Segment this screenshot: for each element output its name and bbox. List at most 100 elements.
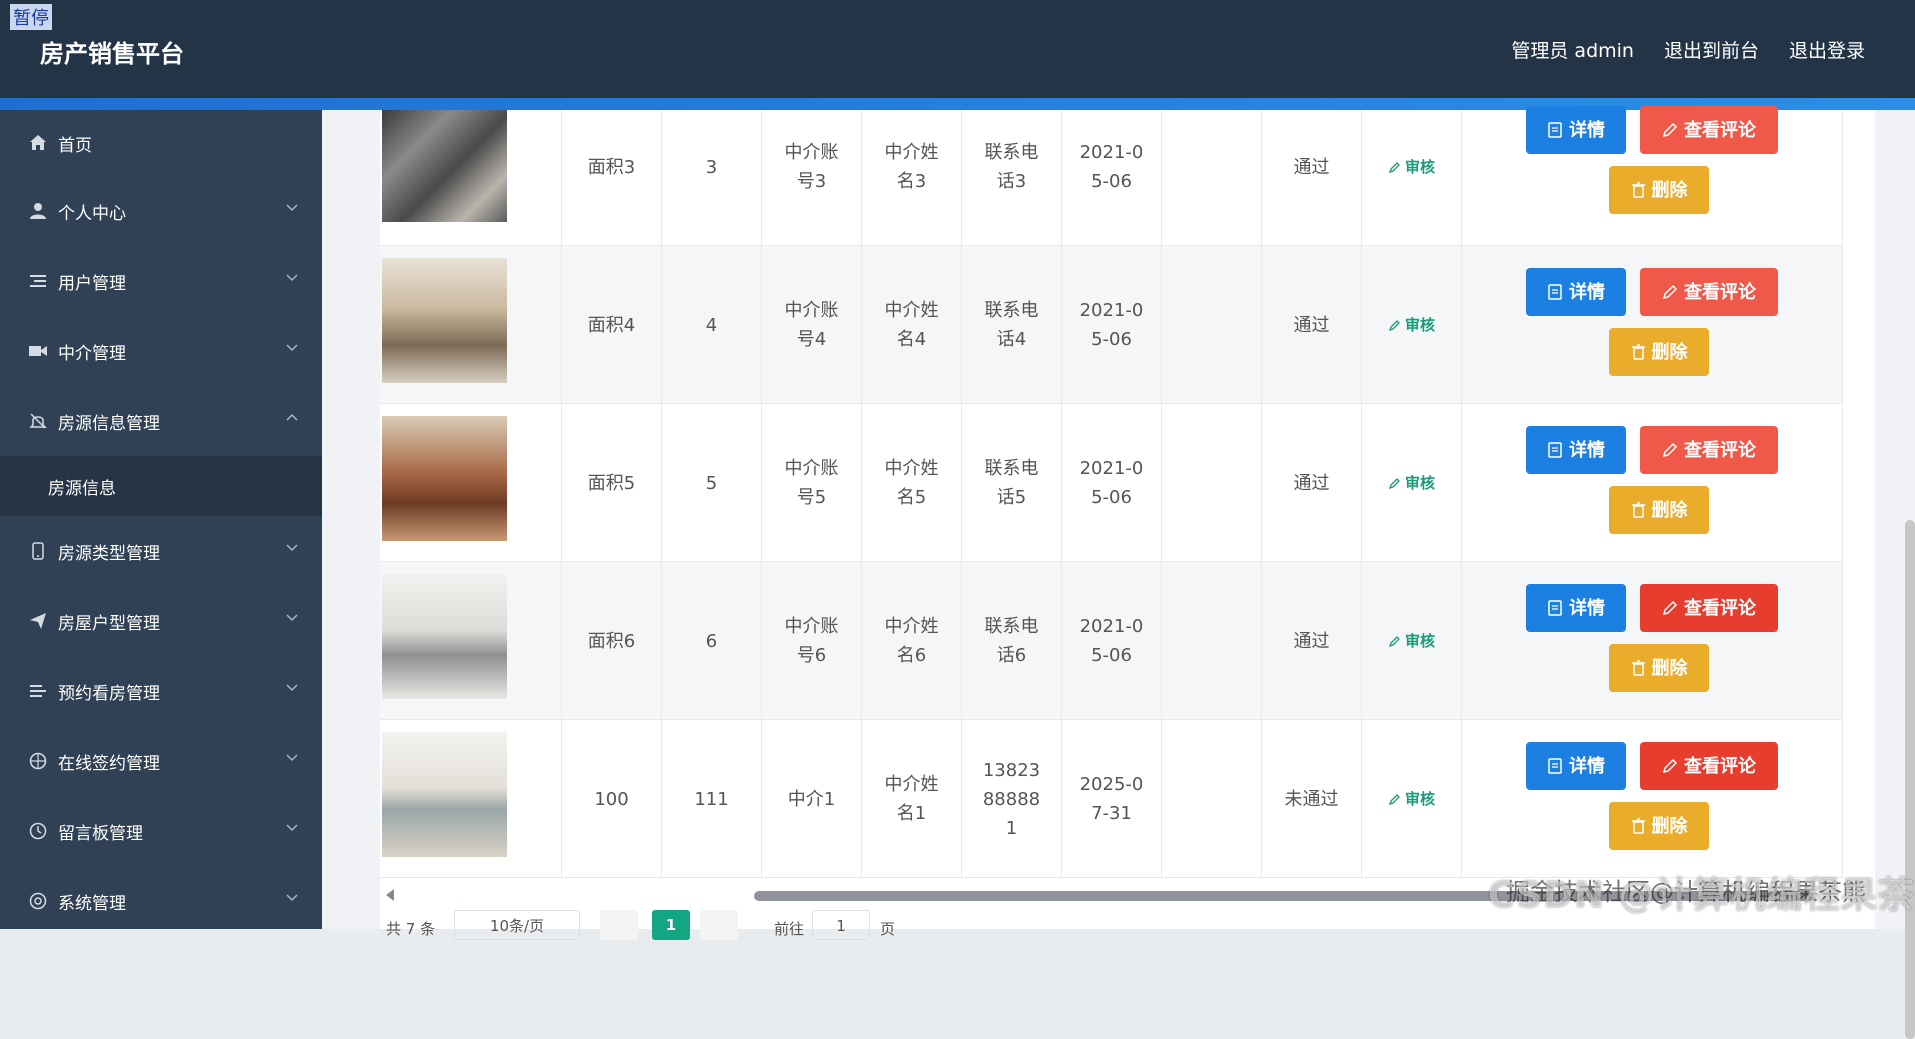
cell-agent-name: 中介姓名1 bbox=[862, 720, 962, 878]
vertical-scrollbar[interactable] bbox=[1905, 520, 1915, 1039]
clock-icon bbox=[28, 821, 48, 841]
detail-button-label: 详情 bbox=[1569, 119, 1605, 141]
num-text: 4 bbox=[705, 314, 718, 336]
view-comments-button[interactable]: 查看评论 bbox=[1640, 584, 1778, 632]
sidebar-item-label: 房源类型管理 bbox=[58, 543, 160, 564]
view-comments-button[interactable]: 查看评论 bbox=[1640, 426, 1778, 474]
sidebar-subitem-label: 房源信息 bbox=[48, 478, 116, 499]
detail-button[interactable]: 详情 bbox=[1526, 584, 1626, 632]
delete-button[interactable]: 删除 bbox=[1609, 166, 1709, 214]
agent-account-text: 中介1 bbox=[787, 788, 836, 810]
sidebar-item-user-management[interactable]: 用户管理 bbox=[0, 246, 322, 316]
listing-photo bbox=[382, 416, 507, 541]
audit-link[interactable]: 审核 bbox=[1388, 785, 1435, 814]
trash-icon bbox=[1631, 818, 1645, 834]
actions-cell: 详情 查看评论删除 bbox=[1462, 106, 1843, 246]
view-comments-button[interactable]: 查看评论 bbox=[1640, 106, 1778, 154]
chevron-down-icon bbox=[286, 274, 298, 282]
agent-name-text: 中介姓名5 bbox=[884, 458, 939, 508]
edit-icon bbox=[1388, 477, 1400, 489]
listing-thumbnail[interactable] bbox=[382, 416, 507, 541]
detail-button[interactable]: 详情 bbox=[1526, 742, 1626, 790]
listing-thumbnail[interactable] bbox=[382, 574, 507, 699]
actions-cell: 详情 查看评论删除 bbox=[1462, 720, 1843, 878]
table-row: 面积3 3 中介账号3 中介姓名3 联系电话3 2021-05-06 通过 审核 详情 查看评论删… bbox=[380, 106, 1843, 246]
listing-thumbnail[interactable] bbox=[382, 258, 507, 383]
sidebar-item-online-contract-management[interactable]: 在线签约管理 bbox=[0, 726, 322, 796]
goto-page-input[interactable]: 1 bbox=[812, 910, 870, 940]
view-comments-label: 查看评论 bbox=[1684, 597, 1756, 619]
agent-account-text: 中介账号4 bbox=[784, 300, 839, 350]
trash-icon bbox=[1631, 182, 1645, 198]
bell-off-icon bbox=[28, 411, 48, 431]
delete-button[interactable]: 删除 bbox=[1609, 486, 1709, 534]
agent-name-text: 中介姓名1 bbox=[884, 774, 939, 824]
audit-link[interactable]: 审核 bbox=[1388, 469, 1435, 498]
audit-label: 审核 bbox=[1404, 157, 1435, 176]
sidebar-subitem-listing-info[interactable]: 房源信息 bbox=[0, 456, 322, 516]
cell-area: 面积3 bbox=[562, 110, 662, 246]
cell-agent-account: 中介账号5 bbox=[762, 404, 862, 562]
delete-button[interactable]: 删除 bbox=[1609, 802, 1709, 850]
sidebar-item-system-management[interactable]: 系统管理 bbox=[0, 866, 322, 936]
chevron-down-icon bbox=[286, 824, 298, 832]
logout-link[interactable]: 退出登录 bbox=[1789, 36, 1865, 63]
scroll-left-arrow-icon[interactable] bbox=[386, 889, 394, 901]
audit-label: 审核 bbox=[1404, 789, 1435, 808]
sidebar-item-viewing-appointment-management[interactable]: 预约看房管理 bbox=[0, 656, 322, 726]
prev-page-button[interactable] bbox=[600, 910, 638, 940]
audit-link[interactable]: 审核 bbox=[1388, 311, 1435, 340]
audit-label: 审核 bbox=[1404, 631, 1435, 650]
detail-button[interactable]: 详情 bbox=[1526, 106, 1626, 154]
empty-cell bbox=[1162, 246, 1262, 404]
admin-user-link[interactable]: 管理员 admin bbox=[1511, 36, 1634, 63]
next-page-button[interactable] bbox=[700, 910, 738, 940]
page-number-current[interactable]: 1 bbox=[652, 910, 690, 940]
detail-button[interactable]: 详情 bbox=[1526, 268, 1626, 316]
audit-cell: 审核 bbox=[1362, 110, 1462, 246]
agent-account-text: 中介账号5 bbox=[784, 458, 839, 508]
area-text: 面积6 bbox=[587, 630, 636, 652]
audit-link[interactable]: 审核 bbox=[1388, 153, 1435, 182]
num-text: 111 bbox=[694, 788, 729, 810]
sidebar-item-listing-type-management[interactable]: 房源类型管理 bbox=[0, 516, 322, 586]
delete-button[interactable]: 删除 bbox=[1609, 328, 1709, 376]
sidebar-item-listing-management[interactable]: 房源信息管理 bbox=[0, 386, 322, 456]
delete-button-label: 删除 bbox=[1651, 815, 1688, 837]
detail-button-label: 详情 bbox=[1569, 281, 1605, 303]
header-accent-bar bbox=[0, 98, 1915, 110]
audit-link[interactable]: 审核 bbox=[1388, 627, 1435, 656]
cell-agent-name: 中介姓名6 bbox=[862, 562, 962, 720]
detail-button[interactable]: 详情 bbox=[1526, 426, 1626, 474]
sidebar-item-label: 留言板管理 bbox=[58, 823, 143, 844]
sidebar-item-agent-management[interactable]: 中介管理 bbox=[0, 316, 322, 386]
page-size-select[interactable]: 10条/页 bbox=[454, 910, 580, 940]
agent-name-text: 中介姓名6 bbox=[884, 616, 939, 666]
agent-account-text: 中介账号6 bbox=[784, 616, 839, 666]
view-comments-button[interactable]: 查看评论 bbox=[1640, 268, 1778, 316]
listing-photo bbox=[382, 110, 507, 222]
listing-thumbnail[interactable] bbox=[382, 110, 507, 222]
sidebar-item-home[interactable]: 首页 bbox=[0, 110, 322, 176]
settings-icon bbox=[28, 891, 48, 911]
view-comments-button[interactable]: 查看评论 bbox=[1640, 742, 1778, 790]
exit-to-frontend-link[interactable]: 退出到前台 bbox=[1664, 36, 1759, 63]
sidebar-item-label: 个人中心 bbox=[58, 203, 126, 224]
phone-text: 联系电话4 bbox=[984, 300, 1039, 350]
sidebar-item-house-layout-management[interactable]: 房屋户型管理 bbox=[0, 586, 322, 656]
delete-button[interactable]: 删除 bbox=[1609, 644, 1709, 692]
view-comments-label: 查看评论 bbox=[1684, 755, 1756, 777]
top-header: 暂停 房产销售平台 管理员 admin 退出到前台 退出登录 bbox=[0, 0, 1915, 98]
sidebar-item-label: 首页 bbox=[58, 135, 92, 156]
sidebar-item-personal-center[interactable]: 个人中心 bbox=[0, 176, 322, 246]
cell-agent-account: 中介1 bbox=[762, 720, 862, 878]
date-text: 2025-07-31 bbox=[1079, 774, 1144, 824]
listing-thumbnail[interactable] bbox=[382, 732, 507, 857]
area-text: 100 bbox=[594, 788, 629, 810]
sidebar-item-message-board-management[interactable]: 留言板管理 bbox=[0, 796, 322, 866]
audit-cell: 审核 bbox=[1362, 246, 1462, 404]
date-text: 2021-05-06 bbox=[1079, 142, 1144, 192]
cell-agent-name: 中介姓名3 bbox=[862, 110, 962, 246]
cell-agent-account: 中介账号3 bbox=[762, 110, 862, 246]
cell-date: 2021-05-06 bbox=[1062, 404, 1162, 562]
